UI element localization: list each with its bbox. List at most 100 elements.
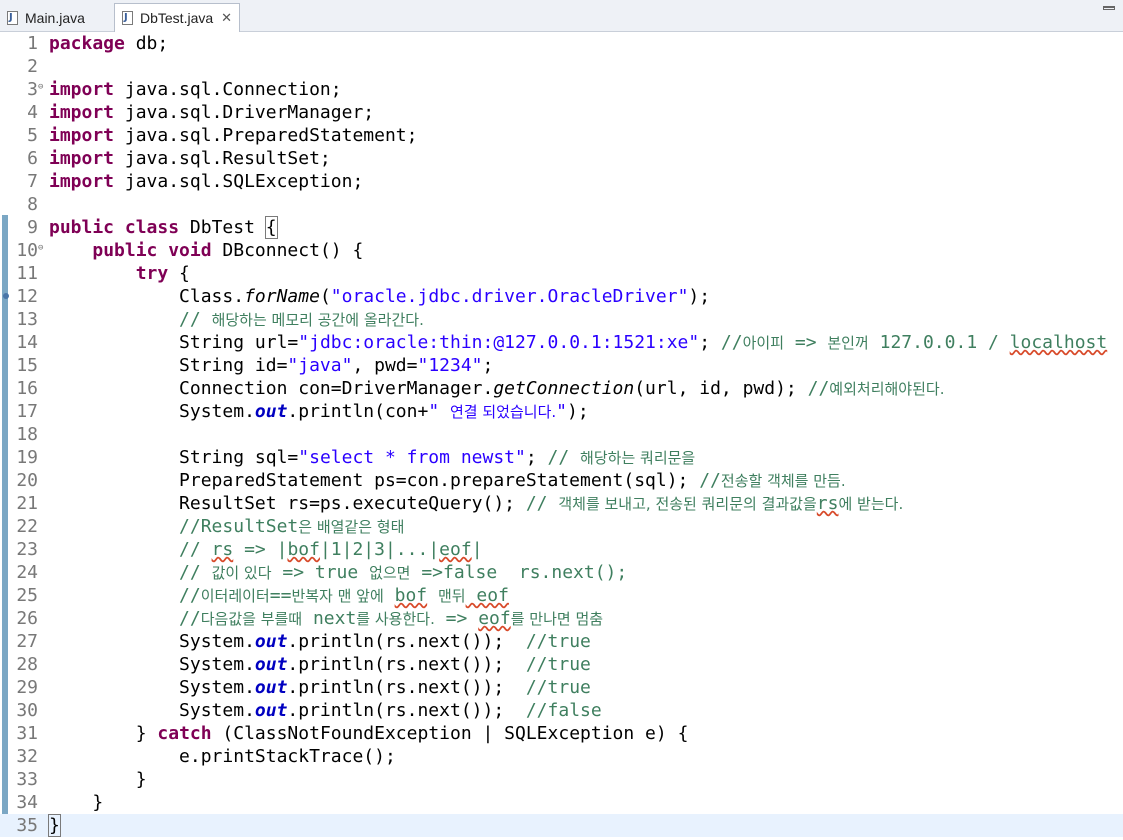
code-line: 25 //이터레이터==반복자 맨 앞에 bof 맨뒤 eof [0,584,1123,607]
code-text: } [92,792,104,813]
code-line: 27 System.out.println(rs.next()); //true [0,630,1123,653]
fold-minus-icon[interactable]: ⊖ [38,82,43,92]
code-text: System.out.println(rs.next()); //true [179,631,591,652]
code-line: 7 import java.sql.SQLException; [0,170,1123,193]
code-line: 13 // 해당하는 메모리 공간에 올라간다. [0,308,1123,331]
code-line: 22 //ResultSet은 배열같은 형태 [0,515,1123,538]
code-text: public class DbTest { [49,216,278,239]
java-file-icon: J [6,10,20,26]
code-text: String url="jdbc:oracle:thin:@127.0.0.1:… [179,332,1108,353]
line-number: 33 [16,769,38,790]
editor-tab-bar: J Main.java J DbTest.java ✕ [0,0,1123,32]
code-text: PreparedStatement ps=con.prepareStatemen… [179,470,846,491]
code-line: 11 try { [0,262,1123,285]
code-line: 1 package db; [0,32,1123,55]
code-line: 5 import java.sql.PreparedStatement; [0,124,1123,147]
code-line: 20 PreparedStatement ps=con.prepareState… [0,469,1123,492]
code-line: 10 ⊖ public void DBconnect() { [0,239,1123,262]
code-line: 18 [0,423,1123,446]
text-cursor [59,816,61,836]
code-line: 2 [0,55,1123,78]
line-number: 9 [27,217,38,238]
close-icon[interactable]: ✕ [221,10,232,26]
code-line: 23 // rs => |bof|1|2|3|...|eof| [0,538,1123,561]
code-text: } [135,769,147,790]
line-number: 29 [16,677,38,698]
code-text: import java.sql.SQLException; [49,171,364,192]
code-text: import java.sql.ResultSet; [49,148,331,169]
tab-label: Main.java [25,9,85,26]
line-number: 35 [16,815,38,836]
code-text: //이터레이터==반복자 맨 앞에 bof 맨뒤 eof [179,585,509,606]
code-text: package db; [49,33,169,54]
line-number: 10 [16,240,38,261]
line-number: 25 [16,585,38,606]
code-text: System.out.println(rs.next()); //true [179,654,591,675]
matching-bracket: } [48,814,61,837]
code-line: 15 String id="java", pwd="1234"; [0,354,1123,377]
code-line: 33 } [0,768,1123,791]
code-line: 26 //다음값을 부를때 next를 사용한다. => eof를 만나면 멈춤 [0,607,1123,630]
code-text: // rs => |bof|1|2|3|...|eof| [179,539,483,560]
line-number: 30 [16,700,38,721]
line-number: 7 [27,171,38,192]
code-line: 3 ⊖ import java.sql.Connection; [0,78,1123,101]
line-number: 20 [16,470,38,491]
code-text: System.out.println(rs.next()); //true [179,677,591,698]
line-number: 27 [16,631,38,652]
code-text: // 값이 있다 => true 없으면 =>false rs.next(); [179,562,628,583]
line-number: 19 [16,447,38,468]
line-number: 18 [16,424,38,445]
code-text: ResultSet rs=ps.executeQuery(); // 객체를 보… [179,493,904,514]
line-number: 2 [27,56,38,77]
line-number: 28 [16,654,38,675]
code-line: 12 Class.forName("oracle.jdbc.driver.Ora… [0,285,1123,308]
code-text: import java.sql.Connection; [49,79,342,100]
code-line: 21 ResultSet rs=ps.executeQuery(); // 객체… [0,492,1123,515]
code-text: Class.forName("oracle.jdbc.driver.Oracle… [179,286,711,307]
code-editor[interactable]: 1 package db; 2 3 ⊖ import java.sql.Conn… [0,32,1123,840]
breakpoint-marker-icon[interactable] [3,293,9,299]
code-text: } [48,814,61,837]
code-text: // 해당하는 메모리 공간에 올라간다. [179,309,424,330]
java-file-icon: J [121,10,135,26]
code-text: System.out.println(rs.next()); //false [179,700,602,721]
code-line: 17 System.out.println(con+" 연결 되었습니다."); [0,400,1123,423]
code-line: 16 Connection con=DriverManager.getConne… [0,377,1123,400]
tab-main-java[interactable]: J Main.java [0,3,112,32]
line-number: 15 [16,355,38,376]
code-text: e.printStackTrace(); [179,746,396,767]
code-text: //ResultSet은 배열같은 형태 [179,516,405,537]
line-number: 21 [16,493,38,514]
fold-minus-icon[interactable]: ⊖ [38,243,43,253]
line-number: 5 [27,125,38,146]
code-text: String sql="select * from newst"; // 해당하… [179,447,696,468]
line-number: 17 [16,401,38,422]
code-text: import java.sql.PreparedStatement; [49,125,418,146]
line-number: 4 [27,102,38,123]
code-line: 19 String sql="select * from newst"; // … [0,446,1123,469]
tab-dbtest-java[interactable]: J DbTest.java ✕ [114,3,240,32]
line-number: 6 [27,148,38,169]
code-text: public void DBconnect() { [92,240,364,261]
line-number: 12 [16,286,38,307]
line-number: 3 [27,79,38,100]
code-line: 31 } catch (ClassNotFoundException | SQL… [0,722,1123,745]
code-text: //다음값을 부를때 next를 사용한다. => eof를 만나면 멈춤 [179,608,604,629]
code-line: 9 public class DbTest { [0,216,1123,239]
tab-label: DbTest.java [140,10,214,26]
code-text: System.out.println(con+" 연결 되었습니다."); [179,401,589,422]
line-number: 13 [16,309,38,330]
code-line: 28 System.out.println(rs.next()); //true [0,653,1123,676]
line-number: 22 [16,516,38,537]
matching-bracket: { [264,216,278,239]
code-line: 24 // 값이 있다 => true 없으면 =>false rs.next(… [0,561,1123,584]
code-text: Connection con=DriverManager.getConnecti… [179,378,945,399]
line-number: 31 [16,723,38,744]
line-number: 11 [16,263,38,284]
code-line: 34 } [0,791,1123,814]
minimize-icon[interactable] [1103,6,1115,10]
current-line: 35 } [0,814,1123,837]
code-line: 4 import java.sql.DriverManager; [0,101,1123,124]
line-number: 32 [16,746,38,767]
